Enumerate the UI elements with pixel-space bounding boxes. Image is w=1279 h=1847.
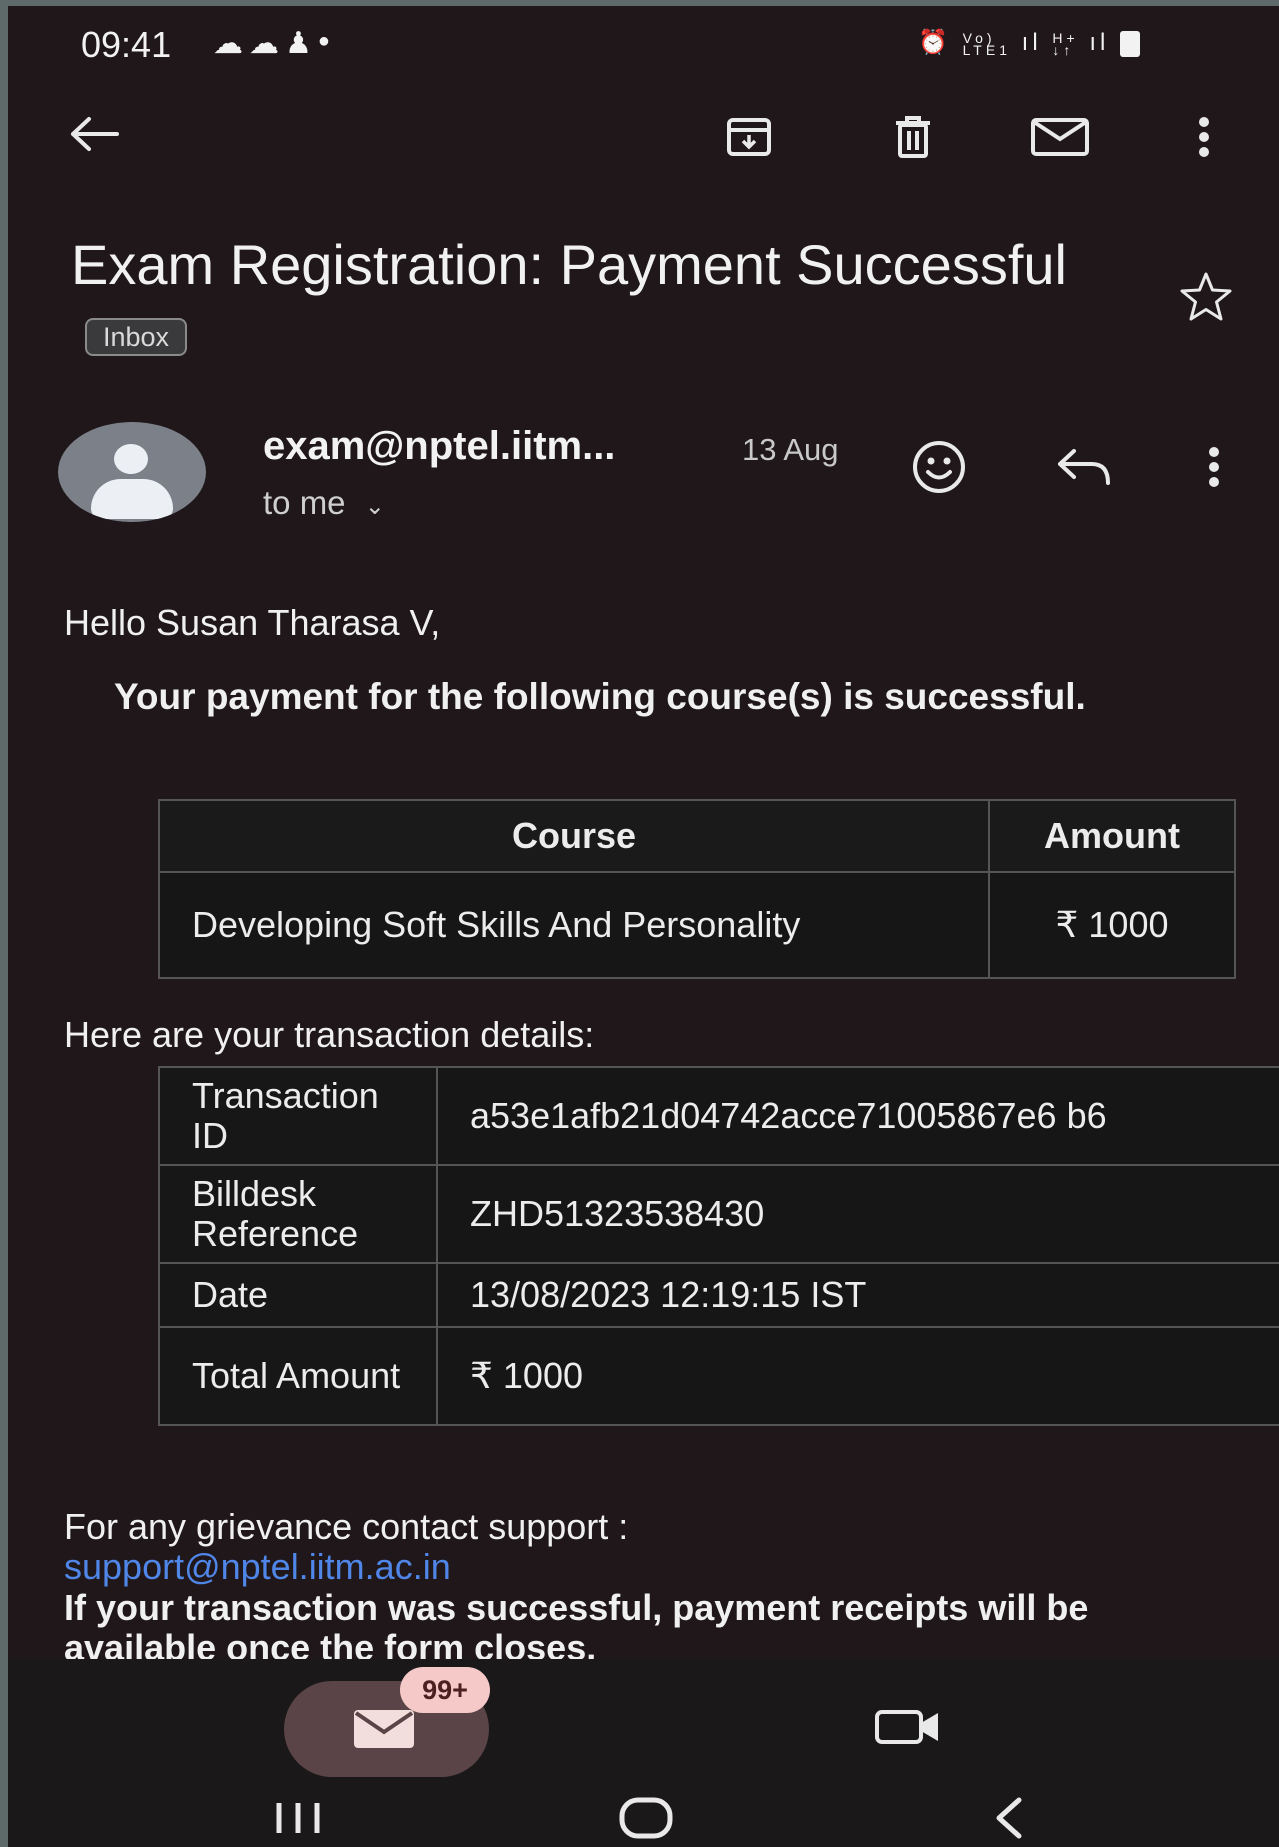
billdesk-reference-label: Billdesk Reference bbox=[158, 1164, 438, 1264]
mark-unread-icon[interactable] bbox=[1024, 104, 1096, 170]
billdesk-reference-value: ZHD51323538430 bbox=[436, 1164, 1279, 1264]
avatar-body bbox=[91, 479, 173, 519]
table-row: Transaction ID a53e1afb21d04742acce71005… bbox=[158, 1066, 1279, 1166]
status-left-icons: ☁☁♟● bbox=[213, 26, 336, 61]
sender-address[interactable]: exam@nptel.iitm... bbox=[263, 424, 615, 469]
table-row: Date 13/08/2023 12:19:15 IST bbox=[158, 1262, 1279, 1328]
grievance-text: For any grievance contact support : bbox=[64, 1506, 629, 1547]
transaction-id-label: Transaction ID bbox=[158, 1066, 438, 1166]
table-row: Total Amount ₹ 1000 bbox=[158, 1326, 1279, 1426]
receipt-note: If your transaction was successful, paym… bbox=[64, 1587, 1089, 1668]
recipient-toggle[interactable]: to me ⌄ bbox=[263, 484, 385, 522]
message-more-icon[interactable] bbox=[1188, 434, 1240, 500]
table-header-row: Course Amount bbox=[158, 799, 1236, 873]
chevron-down-icon: ⌄ bbox=[364, 493, 385, 520]
payment-message: Your payment for the following course(s)… bbox=[64, 676, 1194, 718]
table-row: Developing Soft Skills And Personality ₹… bbox=[158, 871, 1236, 979]
email-date: 13 Aug bbox=[742, 432, 839, 467]
transaction-id-value: a53e1afb21d04742acce71005867e6 b6 bbox=[436, 1066, 1279, 1166]
course-header: Course bbox=[158, 799, 990, 873]
cloud-icon: ☁ bbox=[249, 27, 285, 60]
cloud-icon: ☁ bbox=[213, 27, 249, 60]
gmail-screen: 09:41 ☁☁♟● ⏰ Vo) LTE1 ıl H+ ↓↑ ıl Exam Reg… bbox=[8, 6, 1279, 1847]
dot-icon: ● bbox=[317, 30, 336, 52]
reply-icon[interactable] bbox=[1048, 434, 1120, 500]
snapchat-icon: ♟ bbox=[285, 27, 318, 60]
course-table: Course Amount Developing Soft Skills And… bbox=[158, 799, 1236, 979]
recents-icon[interactable] bbox=[258, 1788, 338, 1847]
video-icon[interactable] bbox=[868, 1692, 948, 1762]
alarm-icon: ⏰ bbox=[918, 29, 952, 56]
more-vert-icon[interactable] bbox=[1178, 104, 1230, 170]
total-amount-value: ₹ 1000 bbox=[436, 1326, 1279, 1426]
recipient-text: to me bbox=[263, 484, 346, 521]
support-email-link[interactable]: support@nptel.iitm.ac.in bbox=[64, 1546, 451, 1588]
status-time: 09:41 bbox=[81, 24, 172, 65]
avatar-head bbox=[114, 444, 148, 474]
mail-icon bbox=[344, 1703, 424, 1755]
mail-badge: 99+ bbox=[400, 1667, 490, 1713]
transaction-table: Transaction ID a53e1afb21d04742acce71005… bbox=[158, 1066, 1279, 1426]
signal-icon: ıl bbox=[1089, 29, 1110, 56]
bottom-navigation bbox=[8, 1659, 1279, 1799]
delete-icon[interactable] bbox=[880, 104, 946, 170]
h-plus-icon: H+ ↓↑ bbox=[1052, 29, 1079, 58]
archive-icon[interactable] bbox=[716, 104, 782, 170]
inbox-label[interactable]: Inbox bbox=[85, 318, 188, 357]
star-icon[interactable] bbox=[1170, 268, 1242, 324]
course-amount: ₹ 1000 bbox=[988, 871, 1236, 979]
total-amount-label: Total Amount bbox=[158, 1326, 438, 1426]
subject-text: Exam Registration: Payment Successful bbox=[71, 233, 1067, 296]
status-right-icons: ⏰ Vo) LTE1 ıl H+ ↓↑ ıl bbox=[918, 28, 1140, 57]
emoji-reaction-icon[interactable] bbox=[903, 434, 975, 500]
home-icon[interactable] bbox=[606, 1788, 686, 1847]
volte-icon: Vo) LTE1 bbox=[962, 29, 1011, 58]
back-icon[interactable] bbox=[968, 1788, 1048, 1847]
amount-header: Amount bbox=[988, 799, 1236, 873]
date-value: 13/08/2023 12:19:15 IST bbox=[436, 1262, 1279, 1328]
battery-icon bbox=[1119, 30, 1140, 57]
email-subject: Exam Registration: Payment Successful Inb… bbox=[71, 228, 1071, 376]
avatar[interactable] bbox=[58, 422, 206, 522]
signal-icon: ıl bbox=[1021, 29, 1042, 56]
transaction-title: Here are your transaction details: bbox=[64, 1014, 595, 1055]
course-name: Developing Soft Skills And Personality bbox=[158, 871, 990, 979]
greeting: Hello Susan Tharasa V, bbox=[64, 602, 441, 643]
date-label: Date bbox=[158, 1262, 438, 1328]
back-arrow-icon[interactable] bbox=[58, 98, 130, 170]
payment-message-text: Your payment for the following course(s)… bbox=[114, 676, 1086, 717]
table-row: Billdesk Reference ZHD51323538430 bbox=[158, 1164, 1279, 1264]
